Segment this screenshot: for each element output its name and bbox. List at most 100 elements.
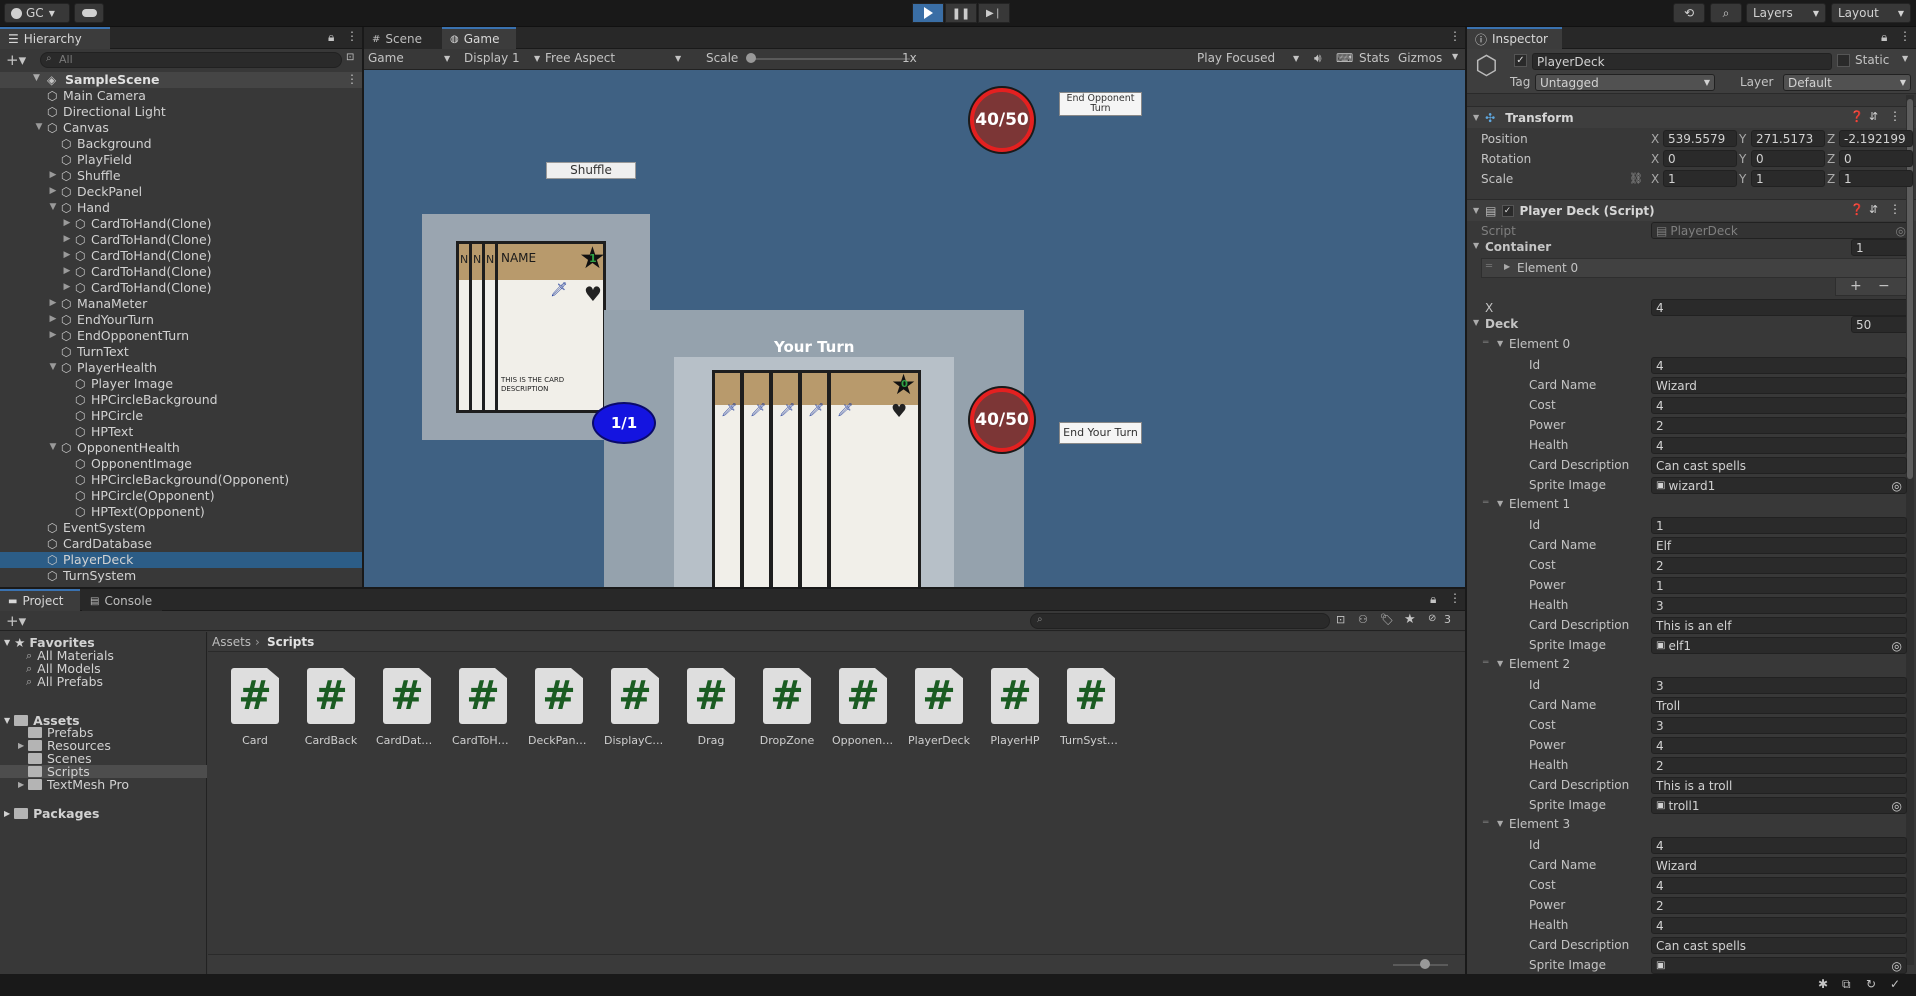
stack-icon[interactable]: ⧉ xyxy=(1842,977,1851,992)
container-label[interactable]: Container xyxy=(1485,240,1551,254)
transform-scale-z-field[interactable]: 1 xyxy=(1839,170,1913,187)
deck-field-value[interactable]: This is an elf xyxy=(1651,617,1907,634)
hierarchy-item[interactable]: ⬡ TurnSystem xyxy=(0,568,362,584)
tab-hierarchy[interactable]: ☰ Hierarchy xyxy=(0,27,110,49)
transform-position-y-field[interactable]: 271.5173 xyxy=(1751,130,1825,147)
account-dropdown[interactable]: GC ▼ xyxy=(4,3,70,23)
chevron-right-icon[interactable]: ▶ xyxy=(61,282,73,292)
chevron-down-icon[interactable]: ▼ xyxy=(1497,659,1503,668)
chevron-down-icon[interactable]: ▼ xyxy=(1497,819,1503,828)
tab-scene[interactable]: # Scene xyxy=(364,27,442,49)
hierarchy-item[interactable]: ⬡ TurnText xyxy=(0,344,362,360)
favorite-item[interactable]: ⌕ All Prefabs xyxy=(26,674,103,689)
target-icon[interactable]: ◎ xyxy=(1892,959,1902,973)
chevron-right-icon[interactable]: ▶ xyxy=(47,170,59,180)
hand-card[interactable]: 🗡︎ xyxy=(712,370,743,587)
hierarchy-item[interactable]: ▶ ⬡ EndOpponentTurn xyxy=(0,328,362,344)
transform-rotation-z-field[interactable]: 0 xyxy=(1839,150,1913,167)
hierarchy-item[interactable]: ▶ ⬡ DeckPanel xyxy=(0,184,362,200)
chevron-down-icon[interactable]: ▼ xyxy=(47,442,59,452)
packages-item[interactable]: ▶ Packages xyxy=(4,806,99,821)
script-asset[interactable]: # DeckPanel... xyxy=(528,668,590,747)
chevron-down-icon[interactable]: ▼ xyxy=(33,122,45,132)
script-component-header[interactable]: ▼ ▤ ✓ Player Deck (Script) ❓ ⇵ ⋮ xyxy=(1467,199,1916,221)
aspect-dropdown[interactable]: Free Aspect ▼ xyxy=(545,51,685,65)
deck-element-label[interactable]: Element 1 xyxy=(1509,497,1570,511)
lock-icon[interactable]: 🔒︎ xyxy=(328,30,334,45)
hierarchy-item[interactable]: ▶ ⬡ CardToHand(Clone) xyxy=(0,264,362,280)
chevron-right-icon[interactable]: ▶ xyxy=(47,314,59,324)
deck-field-value[interactable]: 4 xyxy=(1651,837,1907,854)
more-menu-icon[interactable]: ⋮ xyxy=(1449,591,1461,605)
refresh-icon[interactable]: ↻ xyxy=(1866,977,1876,991)
deck-field-value[interactable]: Can cast spells xyxy=(1651,457,1907,474)
search-filter-icon[interactable]: ⊡ xyxy=(346,52,354,63)
deck-field-value[interactable]: 4 xyxy=(1651,877,1907,894)
hierarchy-item[interactable]: ⬡ OpponentImage xyxy=(0,456,362,472)
deck-field-value[interactable]: 3 xyxy=(1651,597,1907,614)
script-asset[interactable]: # CardDatab... xyxy=(376,668,438,747)
deck-element-label[interactable]: Element 0 xyxy=(1509,337,1570,351)
gizmos-dropdown[interactable]: Gizmos xyxy=(1398,51,1442,65)
container-element-row[interactable]: ═ ▶ Element 0 xyxy=(1481,258,1911,278)
layout-dropdown[interactable]: Layout ▼ xyxy=(1831,3,1911,23)
filter-icon[interactable]: ⚇ xyxy=(1358,613,1368,626)
chevron-down-icon[interactable]: ▼ xyxy=(1473,318,1479,327)
transform-position-z-field[interactable]: -2.192199 xyxy=(1839,130,1913,147)
deck-field-value[interactable]: This is a troll xyxy=(1651,777,1907,794)
chevron-down-icon[interactable]: ▼ xyxy=(1497,339,1503,348)
search-button[interactable]: ⌕ xyxy=(1710,3,1742,23)
deck-field-value[interactable]: Can cast spells xyxy=(1651,937,1907,954)
asset-folder-item[interactable]: Scenes xyxy=(0,751,207,766)
target-icon[interactable]: ◎ xyxy=(1892,479,1902,493)
tag-dropdown[interactable]: Untagged ▼ xyxy=(1535,74,1715,91)
play-button[interactable] xyxy=(912,3,944,23)
script-asset[interactable]: # DisplayCard xyxy=(604,668,666,747)
preset-icon[interactable]: ⇵ xyxy=(1869,110,1878,123)
more-menu-icon[interactable]: ⋮ xyxy=(346,72,358,86)
chevron-down-icon[interactable]: ▼ xyxy=(1497,499,1503,508)
hierarchy-item[interactable]: ▼ ⬡ PlayerHealth xyxy=(0,360,362,376)
stats-button[interactable]: Stats xyxy=(1359,51,1390,65)
drag-handle-icon[interactable]: ═ xyxy=(1483,498,1488,508)
breadcrumb-scripts[interactable]: Scripts xyxy=(267,635,314,649)
hierarchy-item[interactable]: ▶ ⬡ CardToHand(Clone) xyxy=(0,232,362,248)
hierarchy-item[interactable]: ⬡ HPCircle(Opponent) xyxy=(0,488,362,504)
script-asset[interactable]: # TurnSystem xyxy=(1060,668,1122,747)
transform-scale-y-field[interactable]: 1 xyxy=(1751,170,1825,187)
tag-icon[interactable]: 🏷︎ xyxy=(1380,613,1394,626)
hierarchy-item[interactable]: ⬡ HPCircle xyxy=(0,408,362,424)
chevron-right-icon[interactable]: ▶ xyxy=(47,186,59,196)
deck-label[interactable]: Deck xyxy=(1485,317,1518,331)
sprite-image-field[interactable]: ▣ elf1 ◎ xyxy=(1651,637,1907,654)
sprite-image-field[interactable]: ▣ troll1 ◎ xyxy=(1651,797,1907,814)
preset-icon[interactable]: ⇵ xyxy=(1869,203,1878,216)
layer-dropdown[interactable]: Default ▼ xyxy=(1783,74,1911,91)
chevron-right-icon[interactable]: ▶ xyxy=(61,250,73,260)
hierarchy-item[interactable]: ⬡ CardDatabase xyxy=(0,536,362,552)
pause-button[interactable]: ❚❚ xyxy=(945,3,977,23)
deck-field-value[interactable]: 1 xyxy=(1651,517,1907,534)
drag-handle-icon[interactable]: ═ xyxy=(1483,658,1488,668)
transform-scale-x-field[interactable]: 1 xyxy=(1663,170,1737,187)
script-asset[interactable]: # Opponent... xyxy=(832,668,894,747)
hierarchy-item[interactable]: ⬡ EventSystem xyxy=(0,520,362,536)
chevron-down-icon[interactable]: ▼ xyxy=(47,202,59,212)
play-focused-dropdown[interactable]: Play Focused ▼ xyxy=(1197,51,1307,65)
hierarchy-item[interactable]: ▶ ⬡ CardToHand(Clone) xyxy=(0,216,362,232)
deck-top-card[interactable]: NAME ★ 1 🗡︎ ♥ THIS IS THE CARD DESCRIPTI… xyxy=(495,241,606,413)
drag-handle-icon[interactable]: ═ xyxy=(1486,261,1492,272)
deck-field-value[interactable]: 2 xyxy=(1651,897,1907,914)
deck-element-label[interactable]: Element 2 xyxy=(1509,657,1570,671)
deck-field-value[interactable]: Wizard xyxy=(1651,857,1907,874)
chevron-down-icon[interactable]: ▼ xyxy=(1473,241,1479,250)
hierarchy-item[interactable]: ⬡ HPCircleBackground xyxy=(0,392,362,408)
deck-field-value[interactable]: 2 xyxy=(1651,417,1907,434)
more-menu-icon[interactable]: ⋮ xyxy=(1449,29,1461,43)
end-opponent-turn-button[interactable]: End Opponent Turn xyxy=(1059,92,1142,116)
asset-folder-item[interactable]: ▶ Resources xyxy=(0,738,207,753)
more-menu-icon[interactable]: ⋮ xyxy=(1889,109,1901,123)
help-icon[interactable]: ❓ xyxy=(1850,203,1864,216)
deck-field-value[interactable]: 2 xyxy=(1651,557,1907,574)
tab-game[interactable]: ◍ Game xyxy=(442,27,516,49)
